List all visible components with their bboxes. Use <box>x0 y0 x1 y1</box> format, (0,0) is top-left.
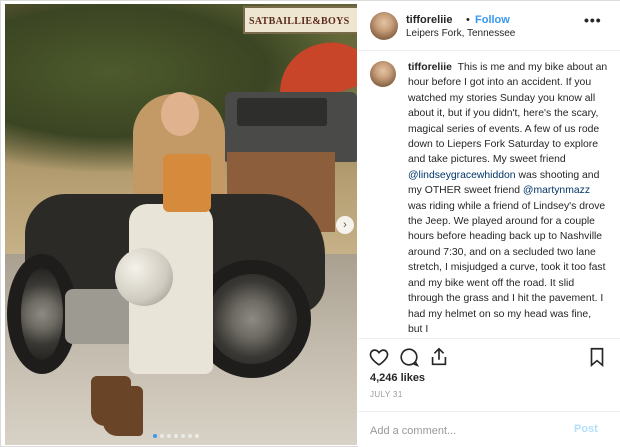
comment-input[interactable] <box>370 422 560 440</box>
header-username[interactable]: tifforeliie <box>406 14 452 26</box>
bookmark-icon[interactable] <box>586 346 608 368</box>
caption-text: was riding while a friend of Lindsey's d… <box>408 200 606 335</box>
carousel-dot[interactable] <box>153 434 157 438</box>
post-button[interactable]: Post <box>574 423 598 435</box>
photo-person-face <box>161 92 199 136</box>
carousel-dot[interactable] <box>181 434 185 438</box>
action-bar <box>358 338 620 372</box>
post-date[interactable]: JULY 31 <box>370 390 403 399</box>
caption-text: This is me and my bike about an hour bef… <box>408 62 608 166</box>
photo-store-sign-text: SATBAILLIE&BOYS <box>249 16 350 27</box>
post-window: SATBAILLIE&BOYS › tifforeliie • Follow L… <box>0 0 620 447</box>
more-options-icon[interactable]: ••• <box>584 13 606 29</box>
caption-mention-link[interactable]: @martynmazz <box>523 185 590 196</box>
post-caption: tifforeliie This is me and my bike about… <box>408 60 608 337</box>
carousel-dot[interactable] <box>167 434 171 438</box>
likes-count[interactable]: 4,246 likes <box>370 372 425 384</box>
carousel-dot[interactable] <box>188 434 192 438</box>
caption-mention-link[interactable]: @lindseygracewhiddon <box>408 170 516 181</box>
caption-area: tifforeliie This is me and my bike about… <box>358 52 620 338</box>
comment-icon[interactable] <box>398 346 420 368</box>
carousel-dots <box>153 434 199 438</box>
carousel-dot[interactable] <box>195 434 199 438</box>
comment-bar: Post <box>358 411 620 447</box>
carousel-dot[interactable] <box>174 434 178 438</box>
avatar[interactable] <box>370 12 398 40</box>
photo-helmet <box>115 248 173 306</box>
location-link[interactable]: Leipers Fork, Tennessee <box>406 28 515 39</box>
share-icon[interactable] <box>428 346 450 368</box>
caption-username[interactable]: tifforeliie <box>408 62 452 73</box>
carousel-dot[interactable] <box>160 434 164 438</box>
follow-button[interactable]: Follow <box>475 14 510 26</box>
carousel-next-icon[interactable]: › <box>336 216 354 234</box>
post-photo[interactable]: SATBAILLIE&BOYS › <box>5 4 357 445</box>
photo-boot-right <box>103 386 143 436</box>
header-separator: • <box>466 14 470 26</box>
photo-truck-window <box>237 98 327 126</box>
heart-icon[interactable] <box>368 346 390 368</box>
photo-person-top <box>163 154 211 212</box>
caption-avatar[interactable] <box>370 61 396 87</box>
post-panel: tifforeliie • Follow Leipers Fork, Tenne… <box>358 1 620 447</box>
post-header: tifforeliie • Follow Leipers Fork, Tenne… <box>358 1 620 51</box>
